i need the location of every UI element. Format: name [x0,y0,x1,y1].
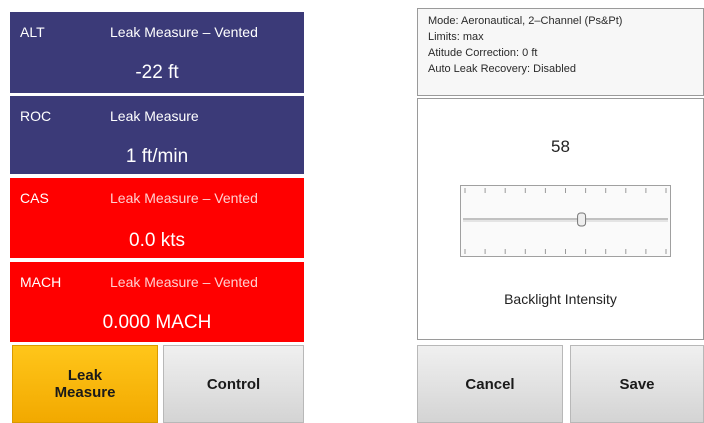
cas-tile[interactable]: CAS Leak Measure – Vented 0.0 kts [10,178,304,258]
mach-label: MACH [20,274,62,290]
mode-text: Mode: Aeronautical, 2–Channel (Ps&Pt) [428,15,623,27]
control-button[interactable]: Control [163,345,304,423]
status-info-box: Mode: Aeronautical, 2–Channel (Ps&Pt) Li… [417,8,704,96]
limits-text: Limits: max [428,31,484,43]
cancel-button[interactable]: Cancel [417,345,563,423]
mach-mode: Leak Measure – Vented [110,274,258,290]
roc-label: ROC [20,108,52,124]
save-button[interactable]: Save [570,345,704,423]
alt-mode: Leak Measure – Vented [110,24,258,40]
slider-thumb[interactable] [577,212,587,227]
backlight-label: Backlight Intensity [504,291,617,307]
cas-label: CAS [20,190,49,206]
roc-tile[interactable]: ROC Leak Measure 1 ft/min [10,96,304,174]
auto-leak-recovery-text: Auto Leak Recovery: Disabled [428,63,576,75]
altitude-correction-text: Atitude Correction: 0 ft [428,47,538,59]
slider-track-svg [463,188,668,254]
cas-reading: 0.0 kts [129,230,185,251]
cas-mode: Leak Measure – Vented [110,190,258,206]
roc-mode: Leak Measure [110,108,199,124]
backlight-panel: 58 Backlight Intensity [417,98,704,340]
alt-label: ALT [20,24,45,40]
alt-tile[interactable]: ALT Leak Measure – Vented -22 ft [10,12,304,93]
leak-measure-button[interactable]: Leak Measure [12,345,158,423]
mach-tile[interactable]: MACH Leak Measure – Vented 0.000 MACH [10,262,304,342]
roc-reading: 1 ft/min [125,146,189,167]
alt-reading: -22 ft [135,62,179,83]
mach-reading: 0.000 MACH [102,312,212,333]
backlight-slider[interactable] [460,185,671,257]
backlight-value: 58 [551,137,570,156]
